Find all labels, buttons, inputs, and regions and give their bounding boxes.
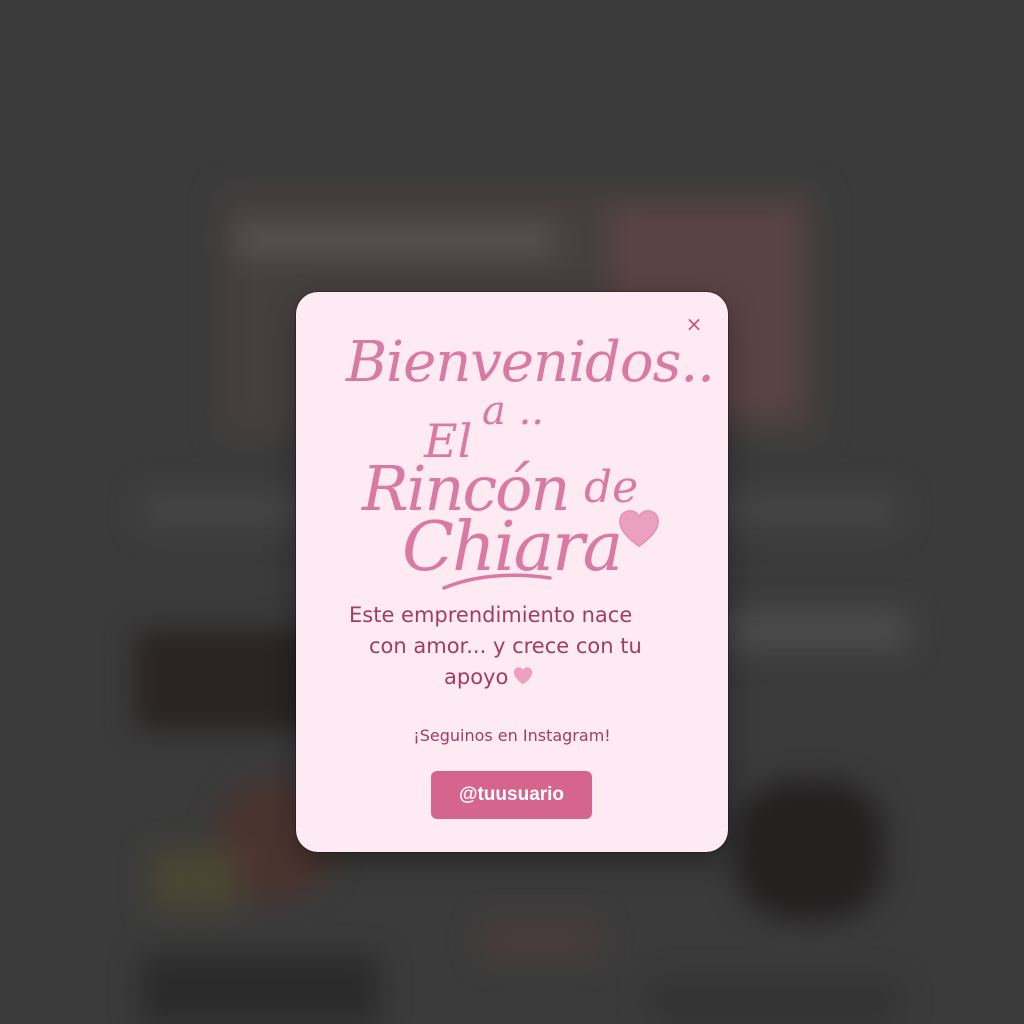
page-stage: × Bienvenidos.. a .. El Rincón de Chiara… (0, 0, 1024, 1024)
background-product-image (480, 920, 600, 960)
background-product-image (735, 780, 885, 920)
title-underline-swash (442, 573, 552, 590)
background-product-image (140, 955, 380, 1024)
description-line-with-heart: apoyo (444, 662, 534, 693)
description-line: apoyo (444, 665, 509, 689)
instagram-username-button[interactable]: @tuusuario (431, 771, 592, 819)
welcome-modal: × Bienvenidos.. a .. El Rincón de Chiara… (296, 292, 728, 852)
background-product-image (150, 850, 240, 910)
background-text-row (720, 610, 910, 650)
background-heading-block (235, 225, 555, 255)
modal-title-a: a .. (482, 388, 544, 434)
modal-title-bienvenidos: Bienvenidos.. (346, 330, 715, 395)
heart-icon (619, 510, 659, 548)
follow-instagram-text: ¡Seguinos en Instagram! (413, 726, 611, 745)
description-line: con amor... y crece con tu (369, 634, 642, 658)
heart-icon (514, 667, 533, 685)
background-product-image (650, 980, 900, 1024)
description-line: Este emprendimiento nace (349, 603, 633, 627)
